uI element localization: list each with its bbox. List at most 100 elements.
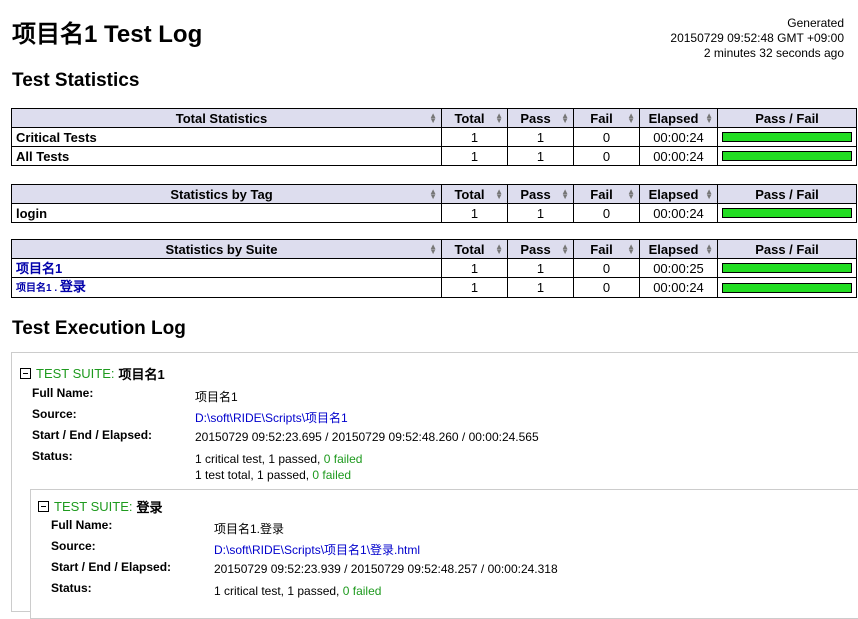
log-heading: Test Execution Log bbox=[12, 318, 186, 339]
sort-icon: ▲ ▼ bbox=[561, 187, 569, 201]
pass-bar-fill bbox=[723, 264, 851, 272]
table-row: login 1 1 0 00:00:24 bbox=[11, 203, 857, 223]
column-header-fail[interactable]: Fail ▲ ▼ bbox=[573, 108, 640, 128]
sort-icon: ▲ ▼ bbox=[429, 111, 437, 125]
stat-pass: 1 bbox=[507, 277, 574, 298]
source-label: Source: bbox=[51, 539, 96, 553]
source-link[interactable]: D:\soft\RIDE\Scripts\项目名1\登录.html bbox=[214, 541, 420, 558]
page-title: 项目名1 Test Log bbox=[12, 21, 203, 48]
stat-fail: 0 bbox=[573, 277, 640, 298]
stat-name: Critical Tests bbox=[11, 127, 442, 147]
pass-fail-bar bbox=[722, 282, 852, 293]
suite-parent-prefix: 项目名1 . bbox=[16, 283, 60, 294]
source-link[interactable]: D:\soft\RIDE\Scripts\项目名1 bbox=[195, 409, 348, 426]
full-name-value: 项目名1.登录 bbox=[214, 522, 285, 536]
stat-total: 1 bbox=[441, 146, 508, 166]
stat-fail: 0 bbox=[573, 203, 640, 223]
total-statistics-table: Total Statistics ▲ ▼ Total ▲ ▼ Pass ▲ ▼ Fail ▲ ▼… bbox=[11, 108, 857, 166]
column-header-pass[interactable]: Pass ▲ ▼ bbox=[507, 184, 574, 204]
stat-pass: 1 bbox=[507, 258, 574, 278]
status-label: Status: bbox=[51, 581, 92, 595]
status-line-critical: 1 critical test, 1 passed, 0 failed bbox=[214, 584, 382, 598]
table-row: All Tests 1 1 0 00:00:24 bbox=[11, 146, 857, 166]
stat-elapsed: 00:00:24 bbox=[639, 146, 718, 166]
stat-pass: 1 bbox=[507, 146, 574, 166]
source-label: Source: bbox=[32, 407, 77, 421]
column-header-pass-fail: Pass / Fail bbox=[717, 108, 857, 128]
pass-fail-bar bbox=[722, 151, 852, 161]
collapse-icon[interactable] bbox=[20, 368, 31, 379]
column-header-fail[interactable]: Fail ▲ ▼ bbox=[573, 239, 640, 259]
stat-name: All Tests bbox=[11, 146, 442, 166]
column-header-pass[interactable]: Pass ▲ ▼ bbox=[507, 239, 574, 259]
start-end-value: 20150729 09:52:23.695 / 20150729 09:52:4… bbox=[195, 430, 539, 444]
stat-elapsed: 00:00:24 bbox=[639, 127, 718, 147]
sort-icon: ▲ ▼ bbox=[429, 187, 437, 201]
suite-statistics-table: Statistics by Suite ▲ ▼ Total ▲ ▼ Pass ▲ ▼ Fai… bbox=[11, 239, 857, 298]
sort-icon: ▲ ▼ bbox=[495, 187, 503, 201]
column-header-fail[interactable]: Fail ▲ ▼ bbox=[573, 184, 640, 204]
sort-icon: ▲ ▼ bbox=[705, 111, 713, 125]
sort-icon: ▲ ▼ bbox=[627, 242, 635, 256]
suite-metadata: Full Name: 项目名1.登录 Source: D:\soft\RIDE\… bbox=[51, 518, 751, 618]
status-label: Status: bbox=[32, 449, 73, 463]
suite-name: 登录 bbox=[136, 500, 163, 515]
sort-icon: ▲ ▼ bbox=[495, 111, 503, 125]
sort-icon: ▲ ▼ bbox=[561, 111, 569, 125]
sort-icon: ▲ ▼ bbox=[561, 242, 569, 256]
column-header-total[interactable]: Total ▲ ▼ bbox=[441, 239, 508, 259]
sort-icon: ▲ ▼ bbox=[705, 187, 713, 201]
stat-elapsed: 00:00:25 bbox=[639, 258, 718, 278]
pass-fail-bar bbox=[722, 208, 852, 218]
full-name-label: Full Name: bbox=[32, 386, 94, 400]
full-name-value: 项目名1 bbox=[195, 390, 238, 404]
suite-link-login[interactable]: 项目名1 . 登录 bbox=[16, 279, 86, 294]
suite-name: 项目名1 bbox=[118, 367, 165, 382]
stat-fail: 0 bbox=[573, 258, 640, 278]
generated-info: Generated 20150729 09:52:48 GMT +09:00 2… bbox=[670, 16, 844, 61]
column-header-total[interactable]: Total ▲ ▼ bbox=[441, 108, 508, 128]
table-row: Critical Tests 1 1 0 00:00:24 bbox=[11, 127, 857, 147]
sort-icon: ▲ ▼ bbox=[705, 242, 713, 256]
sort-icon: ▲ ▼ bbox=[429, 242, 437, 256]
suite-header[interactable]: TEST SUITE: 项目名1 bbox=[20, 364, 165, 383]
column-header-total[interactable]: Total ▲ ▼ bbox=[441, 184, 508, 204]
stat-total: 1 bbox=[441, 127, 508, 147]
suite-block-login: TEST SUITE: 登录 Full Name: 项目名1.登录 Source… bbox=[30, 489, 858, 619]
status-line-critical: 1 critical test, 1 passed, 0 failed bbox=[195, 452, 363, 466]
pass-bar-fill bbox=[723, 133, 851, 141]
stat-elapsed: 00:00:24 bbox=[639, 203, 718, 223]
column-header-statistics-by-suite[interactable]: Statistics by Suite ▲ ▼ bbox=[11, 239, 442, 259]
column-header-elapsed[interactable]: Elapsed ▲ ▼ bbox=[639, 184, 718, 204]
sort-icon: ▲ ▼ bbox=[627, 111, 635, 125]
column-header-pass[interactable]: Pass ▲ ▼ bbox=[507, 108, 574, 128]
stats-heading: Test Statistics bbox=[12, 70, 140, 91]
stat-total: 1 bbox=[441, 277, 508, 298]
column-header-statistics-by-tag[interactable]: Statistics by Tag ▲ ▼ bbox=[11, 184, 442, 204]
collapse-icon[interactable] bbox=[38, 501, 49, 512]
stat-elapsed: 00:00:24 bbox=[639, 277, 718, 298]
start-end-label: Start / End / Elapsed: bbox=[32, 428, 153, 442]
stat-fail: 0 bbox=[573, 146, 640, 166]
generated-timestamp: 20150729 09:52:48 GMT +09:00 bbox=[670, 31, 844, 45]
column-header-total-statistics[interactable]: Total Statistics ▲ ▼ bbox=[11, 108, 442, 128]
tag-name: login bbox=[11, 203, 442, 223]
table-row: 项目名1 1 1 0 00:00:25 bbox=[11, 258, 857, 278]
column-header-elapsed[interactable]: Elapsed ▲ ▼ bbox=[639, 239, 718, 259]
sort-icon: ▲ ▼ bbox=[495, 242, 503, 256]
suite-type-label: TEST SUITE: bbox=[54, 499, 133, 514]
suite-type-label: TEST SUITE: bbox=[36, 366, 115, 381]
pass-bar-fill bbox=[723, 152, 851, 160]
suite-metadata: Full Name: 项目名1 Source: D:\soft\RIDE\Scr… bbox=[32, 386, 732, 486]
stat-fail: 0 bbox=[573, 127, 640, 147]
suite-link-project[interactable]: 项目名1 bbox=[16, 261, 62, 276]
tag-statistics-table: Statistics by Tag ▲ ▼ Total ▲ ▼ Pass ▲ ▼ Fail ▲… bbox=[11, 184, 857, 223]
start-end-value: 20150729 09:52:23.939 / 20150729 09:52:4… bbox=[214, 562, 558, 576]
column-header-elapsed[interactable]: Elapsed ▲ ▼ bbox=[639, 108, 718, 128]
table-row: 项目名1 . 登录 1 1 0 00:00:24 bbox=[11, 277, 857, 298]
status-line-total: 1 test total, 1 passed, 0 failed bbox=[195, 468, 352, 482]
suite-header[interactable]: TEST SUITE: 登录 bbox=[38, 497, 163, 516]
pass-fail-bar bbox=[722, 132, 852, 142]
pass-bar-fill bbox=[723, 283, 851, 292]
suite-child-name: 登录 bbox=[59, 279, 86, 294]
